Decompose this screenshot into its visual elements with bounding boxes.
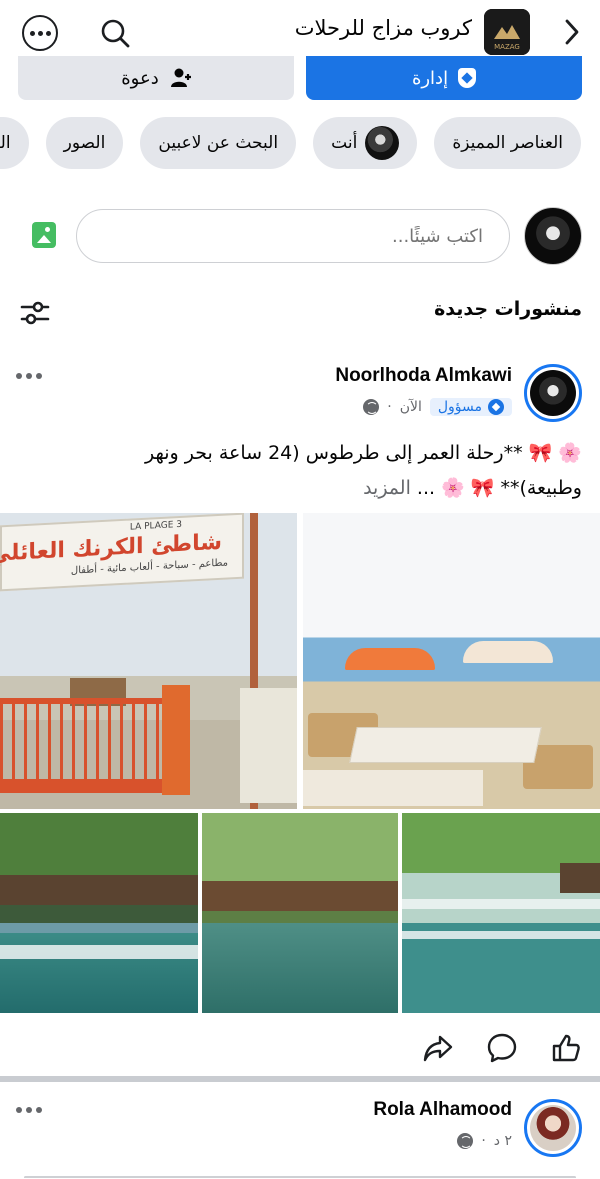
- white-wall: [240, 688, 297, 803]
- chip-you[interactable]: أنت: [313, 117, 418, 169]
- chip-find-players[interactable]: البحث عن لاعبين: [140, 117, 297, 169]
- invite-button-label: دعوة: [121, 67, 159, 89]
- gate-post: [162, 685, 190, 795]
- see-more-link[interactable]: المزيد: [363, 477, 411, 499]
- group-actions: إدارة دعوة: [18, 56, 582, 100]
- umbrella-shape: [463, 641, 553, 663]
- hut-shape: [560, 863, 600, 893]
- like-icon[interactable]: [550, 1032, 582, 1064]
- admin-shield-icon: [458, 68, 477, 88]
- avatar: [530, 370, 576, 416]
- more-options-button[interactable]: [22, 15, 58, 51]
- more-options-icon-dot: [29, 30, 35, 36]
- umbrella-shape: [345, 648, 435, 670]
- post-image[interactable]: [0, 813, 198, 1013]
- group-tabs: العناصر المميزة أنت البحث عن لاعبين الصو…: [0, 117, 600, 171]
- post-image[interactable]: [202, 813, 398, 1013]
- avatar: [530, 1105, 576, 1151]
- post-text-line: وطبيعة)** 🎀 🌸 ...: [416, 477, 582, 499]
- foam-shape: [402, 899, 600, 909]
- chip-label: المن: [0, 133, 11, 153]
- more-options-icon-dot: [37, 30, 43, 36]
- admin-badge-label: مسؤول: [437, 399, 482, 415]
- post-meta: ٢ د ·: [457, 1130, 512, 1152]
- post-composer: [0, 207, 600, 265]
- share-icon[interactable]: [422, 1032, 454, 1064]
- river-shape: [202, 923, 398, 1013]
- more-dot: [26, 373, 32, 379]
- post-more-button[interactable]: [16, 373, 42, 379]
- more-dot: [26, 1107, 32, 1113]
- post-time[interactable]: الآن: [400, 399, 422, 415]
- add-person-icon: [170, 68, 191, 87]
- table-shape: [349, 727, 542, 763]
- sign-top-text: LA PLAGE 3: [129, 519, 182, 533]
- post-actions: [0, 1028, 600, 1068]
- group-logo-image: MAZAG: [484, 9, 530, 55]
- chevron-right-icon: [565, 19, 579, 45]
- hut-shape: [202, 881, 398, 911]
- search-icon: [101, 19, 130, 48]
- chip-featured[interactable]: العناصر المميزة: [434, 117, 581, 169]
- post-divider: [0, 1076, 600, 1082]
- hut-shape: [0, 875, 198, 905]
- post-image[interactable]: LA PLAGE 3 شاطئ الكرنك العائلي مطاعم - س…: [0, 513, 297, 809]
- globe-icon: [457, 1133, 474, 1149]
- chip-label: البحث عن لاعبين: [158, 133, 279, 153]
- chip-more[interactable]: المن: [0, 117, 29, 169]
- svg-text:MAZAG: MAZAG: [494, 43, 520, 51]
- filter-sliders-icon[interactable]: [20, 300, 50, 326]
- post-image[interactable]: [303, 513, 600, 809]
- post-meta: مسؤول الآن ·: [363, 396, 512, 418]
- top-bar: MAZAG كروب مزاج للرحلات: [0, 0, 600, 64]
- chip-label: الصور: [63, 133, 106, 153]
- meta-separator: ·: [387, 399, 392, 415]
- composer-input[interactable]: [76, 209, 510, 263]
- photo-icon[interactable]: [32, 222, 56, 248]
- post-more-button[interactable]: [16, 1107, 42, 1113]
- chip-label: العناصر المميزة: [452, 133, 563, 153]
- manage-button-label: إدارة: [411, 67, 449, 89]
- more-dot: [16, 373, 22, 379]
- more-dot: [16, 1107, 22, 1113]
- table-shape: [303, 770, 483, 806]
- post-image[interactable]: [402, 813, 600, 1013]
- post-time[interactable]: ٢ د: [494, 1133, 512, 1149]
- admin-badge[interactable]: مسؤول: [429, 398, 512, 416]
- foam-shape: [402, 931, 600, 939]
- group-title[interactable]: كروب مزاج للرحلات: [295, 16, 472, 40]
- post-image-grid: LA PLAGE 3 شاطئ الكرنك العائلي مطاعم - س…: [0, 513, 600, 1013]
- chip-photos[interactable]: الصور: [45, 117, 124, 169]
- post-author-name[interactable]: Rola Alhamood: [373, 1099, 512, 1121]
- foam-shape: [0, 945, 198, 959]
- search-button[interactable]: [98, 16, 132, 50]
- invite-button[interactable]: دعوة: [18, 56, 294, 100]
- manage-button[interactable]: إدارة: [306, 56, 582, 100]
- meta-separator: ·: [481, 1133, 486, 1149]
- avatar: [365, 126, 400, 160]
- admin-badge-icon: [488, 399, 504, 415]
- comment-icon[interactable]: [486, 1032, 518, 1064]
- post-author-avatar[interactable]: [524, 364, 582, 422]
- post-author-name[interactable]: Noorlhoda Almkawi: [335, 365, 512, 387]
- post-text: 🌸 🎀 **رحلة العمر إلى طرطوس (24 ساعة بحر …: [16, 436, 582, 506]
- group-logo[interactable]: MAZAG: [484, 9, 530, 55]
- back-button[interactable]: [556, 14, 588, 50]
- more-options-icon-dot: [45, 30, 51, 36]
- post-text-line: 🌸 🎀 **رحلة العمر إلى طرطوس (24 ساعة بحر …: [145, 442, 582, 464]
- chip-label: أنت: [331, 133, 358, 153]
- user-avatar[interactable]: [524, 207, 582, 265]
- section-title: منشورات جديدة: [434, 298, 582, 320]
- beach-sign: LA PLAGE 3 شاطئ الكرنك العائلي مطاعم - س…: [0, 513, 244, 592]
- globe-icon: [363, 399, 380, 415]
- post-author-avatar[interactable]: [524, 1099, 582, 1157]
- more-dot: [36, 373, 42, 379]
- more-dot: [36, 1107, 42, 1113]
